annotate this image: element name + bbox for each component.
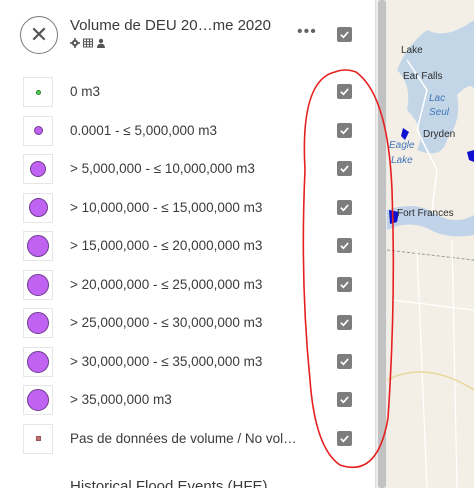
legend-item: > 20,000,000 - ≤ 25,000,000 m3 <box>0 269 375 307</box>
check-icon <box>340 88 349 96</box>
layer-tools <box>70 38 106 48</box>
legend-label: > 10,000,000 - ≤ 15,000,000 m3 <box>70 199 263 215</box>
scrollbar[interactable] <box>375 0 387 488</box>
layer-title[interactable]: Volume de DEU 20…me 2020 <box>70 17 295 34</box>
check-icon <box>340 434 349 442</box>
legend-item-checkbox[interactable] <box>337 276 352 292</box>
legend-item: > 30,000,000 - ≤ 35,000,000 m3 <box>0 346 375 384</box>
legend-item: Pas de données de volume / No vol… <box>0 423 375 461</box>
legend-item-checkbox[interactable] <box>337 84 352 99</box>
map-label: Lake <box>391 155 413 166</box>
close-icon: ✕ <box>29 22 49 47</box>
legend-symbol <box>23 192 53 223</box>
legend-item-checkbox[interactable] <box>337 315 352 330</box>
legend-item-checkbox[interactable] <box>337 122 352 138</box>
legend-item: > 10,000,000 - ≤ 15,000,000 m3 <box>0 192 375 230</box>
legend-label: Pas de données de volume / No vol… <box>70 430 297 446</box>
legend-item: 0 m3 <box>0 76 375 114</box>
table-icon[interactable] <box>83 38 93 48</box>
legend-label: > 5,000,000 - ≤ 10,000,000 m3 <box>70 161 255 176</box>
legend-symbol <box>23 269 53 300</box>
map-label: Seul <box>429 107 450 118</box>
circle-symbol <box>27 350 49 373</box>
legend-item: > 15,000,000 - ≤ 20,000,000 m3 <box>0 230 375 268</box>
close-button[interactable]: ✕ <box>20 16 58 54</box>
check-icon <box>340 242 349 250</box>
next-layer-title[interactable]: Historical Flood Events (HFE) <box>70 478 268 488</box>
legend-label: > 35,000,000 m3 <box>70 392 172 407</box>
gear-icon[interactable] <box>70 38 80 48</box>
legend-label: 0 m3 <box>70 84 101 99</box>
legend-item-checkbox[interactable] <box>337 392 352 407</box>
check-icon <box>340 357 349 365</box>
legend-item-checkbox[interactable] <box>337 238 352 253</box>
check-icon <box>340 126 349 134</box>
map-label: Lac <box>429 93 446 104</box>
map-label: Lake <box>401 45 423 56</box>
layer-visibility-checkbox[interactable] <box>337 27 352 42</box>
check-icon <box>340 319 349 327</box>
circle-symbol <box>27 235 49 257</box>
circle-symbol <box>27 312 49 334</box>
map-label: Eagle <box>389 140 415 151</box>
check-icon <box>340 165 349 173</box>
person-icon[interactable] <box>96 38 106 48</box>
map-label: Fort Frances <box>397 208 454 219</box>
legend-symbol <box>23 231 53 261</box>
layer-legend-panel: ✕ Volume de DEU 20…me 2020 ••• 0 m3 0.00… <box>0 0 375 488</box>
legend-label: > 15,000,000 - ≤ 20,000,000 m3 <box>70 238 263 253</box>
legend-symbol <box>23 77 53 107</box>
circle-symbol <box>30 161 46 177</box>
legend-item: > 25,000,000 - ≤ 30,000,000 m3 <box>0 307 375 345</box>
circle-symbol <box>28 198 48 217</box>
legend-item-checkbox[interactable] <box>337 161 352 176</box>
check-icon <box>340 203 349 211</box>
check-icon <box>340 280 349 288</box>
map-label: Dryden <box>423 129 456 140</box>
legend-symbol <box>23 154 53 184</box>
legend-symbol <box>23 346 53 377</box>
check-icon <box>340 396 349 404</box>
legend-symbol <box>23 115 53 146</box>
circle-symbol <box>27 389 49 411</box>
circle-symbol <box>33 126 43 135</box>
legend-item: > 5,000,000 - ≤ 10,000,000 m3 <box>0 153 375 191</box>
legend-label: > 30,000,000 - ≤ 35,000,000 m3 <box>70 353 263 369</box>
check-icon <box>340 31 349 39</box>
legend-symbol <box>23 423 53 454</box>
legend-symbol <box>23 385 53 415</box>
legend-label: > 20,000,000 - ≤ 25,000,000 m3 <box>70 276 263 292</box>
circle-symbol <box>27 273 49 296</box>
map-label: Ear Falls <box>403 71 443 82</box>
legend-item-checkbox[interactable] <box>337 199 352 215</box>
legend-symbol <box>23 308 53 338</box>
legend-item-checkbox[interactable] <box>337 353 352 369</box>
legend-label: > 25,000,000 - ≤ 30,000,000 m3 <box>70 315 263 330</box>
legend-item-checkbox[interactable] <box>337 430 352 446</box>
legend-item: > 35,000,000 m3 <box>0 384 375 422</box>
no-data-square-symbol <box>35 436 41 441</box>
legend-label: 0.0001 - ≤ 5,000,000 m3 <box>70 122 218 138</box>
legend-item: 0.0001 - ≤ 5,000,000 m3 <box>0 115 375 153</box>
layer-header: ✕ Volume de DEU 20…me 2020 ••• <box>0 0 375 72</box>
map-view[interactable]: Lake Ear Falls Lac Seul Dryden Eagle Lak… <box>387 0 474 488</box>
circle-symbol <box>35 89 41 95</box>
scrollbar-thumb[interactable] <box>378 0 386 488</box>
more-options-button[interactable]: ••• <box>297 24 317 40</box>
